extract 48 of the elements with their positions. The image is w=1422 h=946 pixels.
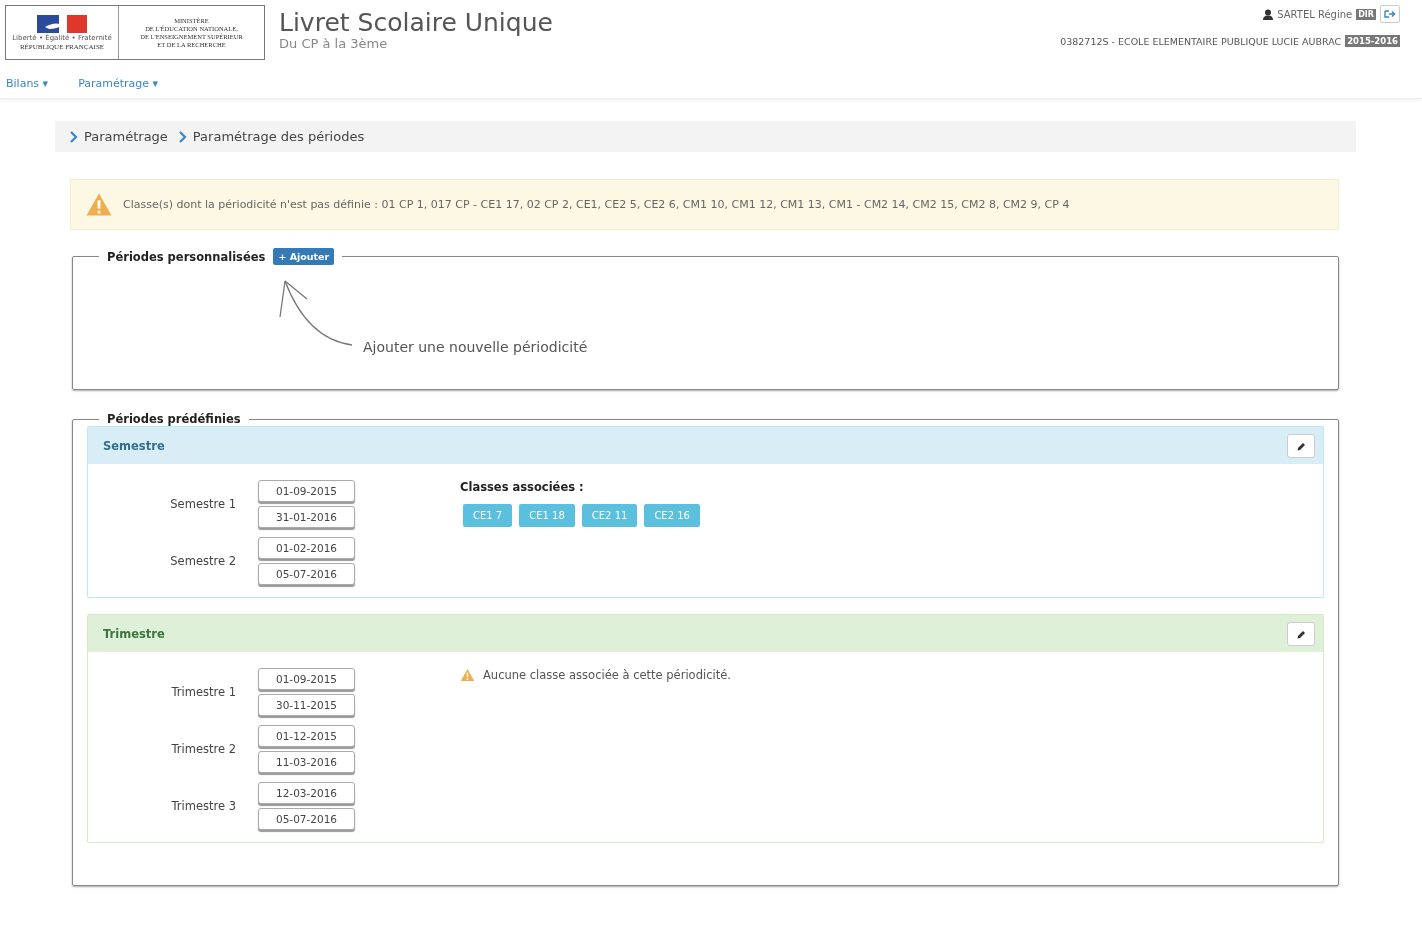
app-subtitle: Du CP à la 3ème bbox=[279, 37, 389, 51]
class-tag: CE1 7 bbox=[463, 504, 513, 527]
alert-text: Classe(s) dont la périodicité n'est pas définie : 01 CP 1, 017 CP - CE1 17, 02 CP 2, CE1, CE2 5, CE2 6, CM1 10, CM1 12, CM1 13, CM1 - CM2 14, CM2 15, CM2 8, CM2 9, CP 4 bbox=[123, 198, 1070, 211]
period-label: Trimestre 3 bbox=[170, 799, 236, 813]
user-name: SARTEL Régine bbox=[1277, 8, 1353, 20]
classes-label: Classes associées : bbox=[460, 480, 585, 494]
panel-title: Semestre bbox=[103, 438, 165, 453]
warning-icon bbox=[460, 668, 475, 682]
hint-text: Ajouter une nouvelle périodicité bbox=[363, 339, 588, 355]
class-tag: CE2 11 bbox=[581, 504, 638, 527]
period-label: Trimestre 2 bbox=[170, 742, 236, 756]
no-class-warning: Aucune classe associée à cette périodicité. bbox=[483, 668, 731, 682]
school-name: 0382712S - ECOLE ELEMENTAIRE PUBLIQUE LUCIE AUBRAC bbox=[1060, 35, 1342, 47]
fieldset-legend: Périodes prédéfinies bbox=[107, 412, 241, 426]
chevron-right-icon bbox=[69, 130, 78, 143]
add-button[interactable]: + Ajouter bbox=[273, 248, 335, 265]
date-field[interactable]: 01-09-2015 bbox=[258, 668, 355, 690]
panel-title: Trimestre bbox=[103, 626, 165, 641]
edit-button[interactable] bbox=[1287, 433, 1315, 458]
date-field[interactable]: 31-01-2016 bbox=[258, 506, 355, 528]
app-title: Livret Scolaire Unique bbox=[279, 9, 553, 37]
flag-emblem-icon bbox=[37, 14, 87, 33]
user-icon bbox=[1263, 8, 1274, 20]
class-tag: CE2 16 bbox=[644, 504, 700, 527]
date-field[interactable]: 01-12-2015 bbox=[258, 725, 355, 747]
period-label: Semestre 1 bbox=[169, 497, 236, 511]
date-field[interactable]: 01-09-2015 bbox=[258, 480, 355, 502]
date-field[interactable]: 05-07-2016 bbox=[258, 563, 355, 585]
edit-button[interactable] bbox=[1287, 621, 1315, 646]
fieldset-legend: Périodes personnalisées bbox=[107, 249, 266, 264]
logout-button[interactable] bbox=[1380, 5, 1400, 23]
nav-menu[interactable]: Bilans ▾ bbox=[6, 77, 49, 90]
role-badge: DIR bbox=[1356, 8, 1376, 20]
period-label: Trimestre 1 bbox=[170, 685, 236, 699]
class-tag: CE1 18 bbox=[519, 504, 575, 527]
date-field[interactable]: 11-03-2016 bbox=[258, 751, 355, 773]
breadcrumb-link[interactable]: Paramétrage bbox=[84, 129, 168, 144]
sign-out-icon bbox=[1384, 8, 1396, 20]
breadcrumb-link[interactable]: Paramétrage des périodes bbox=[192, 129, 365, 144]
date-field[interactable]: 30-11-2015 bbox=[258, 694, 355, 716]
nav-menu[interactable]: Paramétrage ▾ bbox=[78, 77, 159, 90]
year-badge: 2015-2016 bbox=[1345, 35, 1400, 47]
chevron-right-icon bbox=[177, 130, 187, 143]
period-label: Semestre 2 bbox=[169, 554, 236, 568]
date-field[interactable]: 01-02-2016 bbox=[258, 537, 355, 559]
warning-icon bbox=[85, 192, 113, 217]
date-field[interactable]: 05-07-2016 bbox=[258, 808, 355, 830]
date-field[interactable]: 12-03-2016 bbox=[258, 782, 355, 804]
